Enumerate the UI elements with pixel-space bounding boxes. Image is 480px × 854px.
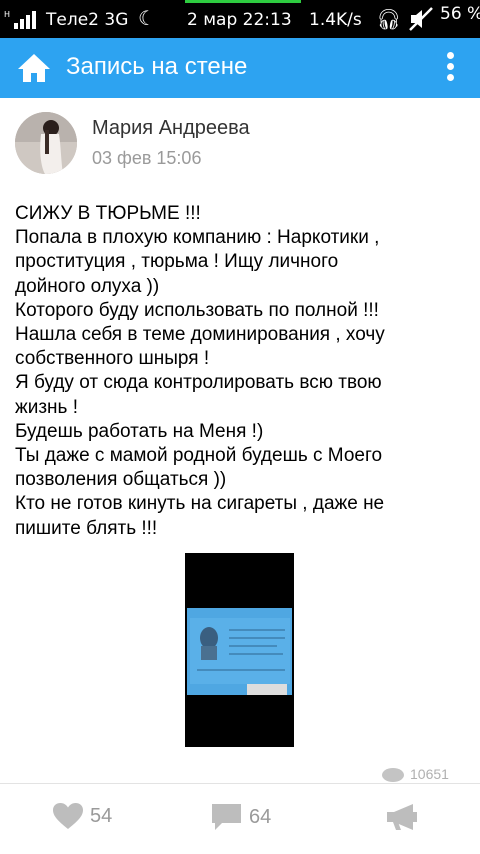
headphones-icon: 🎧︎ [376,7,402,31]
post-line: СИЖУ В ТЮРЬМЕ !!! [15,203,201,224]
views-counter: 10651 [382,766,449,784]
notification-progress-line [185,0,301,3]
attached-photo[interactable] [185,553,294,747]
status-bar: H Теле2 3G ☾ 2 мар 22:13 1.4K/s 🎧︎ 56 % [0,0,480,38]
share-button[interactable] [385,802,419,832]
post-line: Кто не готов кинуть на сигареты , даже н… [15,493,385,515]
post-line: Будешь работать на Меня !) [15,420,264,442]
post-line: Нашла себя в теме доминирования , хочу [15,324,385,346]
network-speed: 1.4K/s [309,10,362,30]
post-body: СИЖУ В ТЮРЬМЕ !!! Попала в плохую компан… [15,202,470,541]
moon-icon: ☾ [138,6,156,30]
post-line: Я буду от сюда контролировать всю твою [15,372,382,394]
app-bar: Запись на стене [0,38,480,98]
comments-count: 64 [249,805,272,828]
like-button[interactable]: 54 [52,802,112,830]
post-date: 03 фев 15:06 [92,148,202,168]
post-line: собственного шныря ! [15,348,210,370]
post-actions-bar: 54 64 [0,784,480,854]
page-title: Запись на стене [66,53,248,80]
comment-icon [212,804,241,830]
post-line: проституция , тюрьма ! Ищу личного [15,251,339,273]
carrier-label: Теле2 3G [46,10,129,30]
post-line: дойного олуха )) [15,275,160,297]
battery-level: 56 % [440,4,480,24]
status-datetime: 2 мар 22:13 [187,10,292,30]
views-count: 10651 [410,766,449,782]
eye-icon [382,768,404,783]
menu-dots-icon[interactable] [438,52,462,86]
home-icon[interactable] [16,52,52,84]
post-line: жизнь ! [15,396,78,418]
post-line: пишите блять !!! [15,517,158,539]
megaphone-icon [387,804,417,830]
muted-speaker-icon [409,7,433,31]
post-line: позволения общаться )) [15,469,227,491]
avatar[interactable] [15,112,77,174]
post-line: Ты даже с мамой родной будешь с Моего [15,445,383,467]
author-name[interactable]: Мария Андреева [92,117,250,140]
comment-button[interactable]: 64 [210,802,271,832]
post-line: Которого буду использовать по полной !!! [15,299,379,321]
heart-icon [53,803,83,829]
likes-count: 54 [90,804,113,827]
svg-text:H: H [4,10,10,19]
post-line: Попала в плохую компанию : Наркотики , [15,227,380,249]
signal-icon: H [4,10,36,29]
document-photo [187,608,292,695]
